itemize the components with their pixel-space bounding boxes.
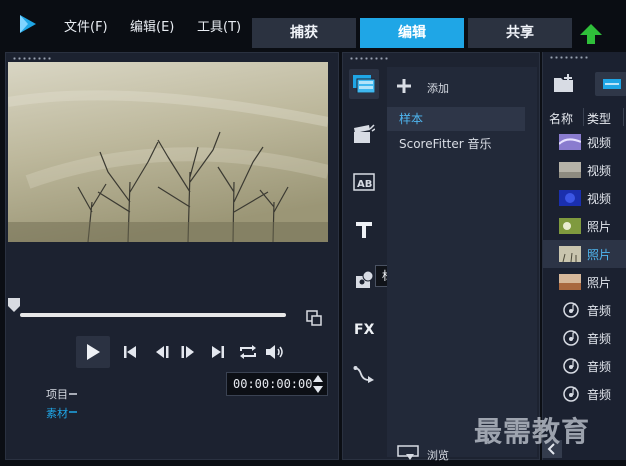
play-icon	[87, 344, 100, 360]
repeat-icon	[240, 345, 256, 359]
upload-arrow-icon[interactable]	[578, 22, 604, 46]
media-type: 音频	[587, 304, 612, 318]
menu-file[interactable]: 文件(F)	[64, 16, 108, 35]
add-folder-icon[interactable]	[553, 74, 577, 94]
go-to-end-button[interactable]	[206, 340, 230, 364]
svg-text:AB: AB	[357, 179, 372, 190]
media-row[interactable]: 音频	[543, 296, 626, 324]
mode-indicator-icon	[69, 393, 77, 413]
browse-label: 浏览	[427, 449, 449, 462]
media-row[interactable]: 视频	[543, 184, 626, 212]
video-thumbnail	[559, 162, 581, 178]
audio-icon	[563, 330, 579, 346]
column-name[interactable]: 名称	[549, 110, 573, 127]
panel-grip[interactable]	[12, 57, 52, 60]
media-type: 视频	[587, 192, 612, 206]
media-type: 视频	[587, 136, 612, 150]
next-frame-button[interactable]	[176, 340, 200, 364]
audio-icon	[563, 358, 579, 374]
go-to-start-button[interactable]	[118, 340, 142, 364]
tab-share[interactable]: 共享	[468, 18, 572, 48]
audio-icon	[563, 386, 579, 402]
library-list: 添加 样本 ScoreFitter 音乐 浏览	[387, 67, 537, 462]
scrubber-track[interactable]	[20, 313, 286, 317]
step-back-icon	[156, 346, 169, 358]
media-type: 音频	[587, 332, 612, 346]
title-t-icon	[356, 222, 372, 238]
media-type: 照片	[587, 276, 612, 290]
volume-button[interactable]	[263, 340, 287, 364]
panel-grip[interactable]	[349, 57, 389, 60]
menu-edit[interactable]: 编辑(E)	[130, 16, 174, 35]
watermark: 最需教育	[474, 415, 591, 448]
top-bar: 文件(F) 编辑(E) 工具(T) 捕获 编辑 共享	[0, 0, 626, 50]
library-item-scorefitter[interactable]: ScoreFitter 音乐	[387, 132, 525, 156]
graphics-icon	[356, 270, 374, 288]
title-button[interactable]	[349, 215, 379, 245]
media-library-button[interactable]	[349, 69, 379, 99]
panel-grip[interactable]	[549, 56, 589, 59]
audio-icon	[563, 302, 579, 318]
photo-thumbnail	[559, 274, 581, 290]
svg-text:FX: FX	[354, 322, 375, 336]
transition-button[interactable]: AB	[349, 167, 379, 197]
library-item-samples[interactable]: 样本	[387, 107, 525, 131]
column-type[interactable]: 类型	[587, 110, 611, 127]
video-thumbnail	[559, 134, 581, 150]
motion-path-icon	[353, 366, 374, 383]
media-row[interactable]: 照片	[543, 268, 626, 296]
fx-icon: FX	[354, 322, 375, 336]
mode-project[interactable]: 项目	[46, 386, 68, 402]
column-divider	[623, 108, 624, 126]
media-type: 照片	[587, 248, 612, 262]
scrubber-handle[interactable]	[8, 298, 20, 312]
step-forward-icon	[181, 346, 194, 358]
media-type: 音频	[587, 360, 612, 374]
photo-thumbnail	[559, 246, 581, 262]
preview-size-icon[interactable]	[306, 310, 322, 326]
tab-edit[interactable]: 编辑	[360, 18, 464, 48]
path-button[interactable]	[349, 359, 379, 389]
video-preview	[8, 62, 328, 242]
repeat-button[interactable]	[236, 340, 260, 364]
tab-capture[interactable]: 捕获	[252, 18, 356, 48]
speaker-icon	[266, 345, 283, 359]
media-row[interactable]: 音频	[543, 352, 626, 380]
browse-icon	[397, 445, 419, 460]
media-row[interactable]: 音频	[543, 380, 626, 408]
photo-thumbnail	[559, 218, 581, 234]
media-row[interactable]: 照片	[543, 240, 626, 268]
media-row[interactable]: 视频	[543, 128, 626, 156]
media-type: 视频	[587, 164, 612, 178]
play-button[interactable]	[81, 340, 105, 364]
media-row[interactable]: 音频	[543, 324, 626, 352]
skip-end-icon	[212, 346, 224, 358]
media-type: 音频	[587, 388, 612, 402]
media-type: 照片	[587, 220, 612, 234]
media-panel: 名称 类型 视频 视频 视频 照片 照片 照片 音频 音频 音频 音频	[542, 52, 626, 460]
plus-icon	[397, 79, 411, 93]
mode-clip[interactable]: 素材	[46, 405, 68, 421]
library-panel: AB 标题 FX 添加 样本 ScoreFitter 音乐	[342, 52, 540, 462]
view-toggle-button[interactable]	[595, 72, 626, 96]
video-thumbnail	[559, 190, 581, 206]
instant-project-button[interactable]	[349, 119, 379, 149]
media-icon	[353, 75, 375, 93]
menu-tools[interactable]: 工具(T)	[197, 16, 241, 35]
add-label: 添加	[427, 82, 449, 95]
previous-frame-button[interactable]	[150, 340, 174, 364]
timecode-spinner-icon[interactable]	[312, 374, 324, 394]
media-row[interactable]: 视频	[543, 156, 626, 184]
ab-icon: AB	[353, 173, 375, 191]
media-row[interactable]: 照片	[543, 212, 626, 240]
filter-button[interactable]: FX	[349, 313, 379, 343]
list-view-icon	[603, 79, 621, 89]
column-divider	[583, 108, 584, 126]
clapper-icon	[354, 124, 375, 143]
app-logo-icon	[16, 12, 40, 36]
skip-start-icon	[124, 346, 136, 358]
